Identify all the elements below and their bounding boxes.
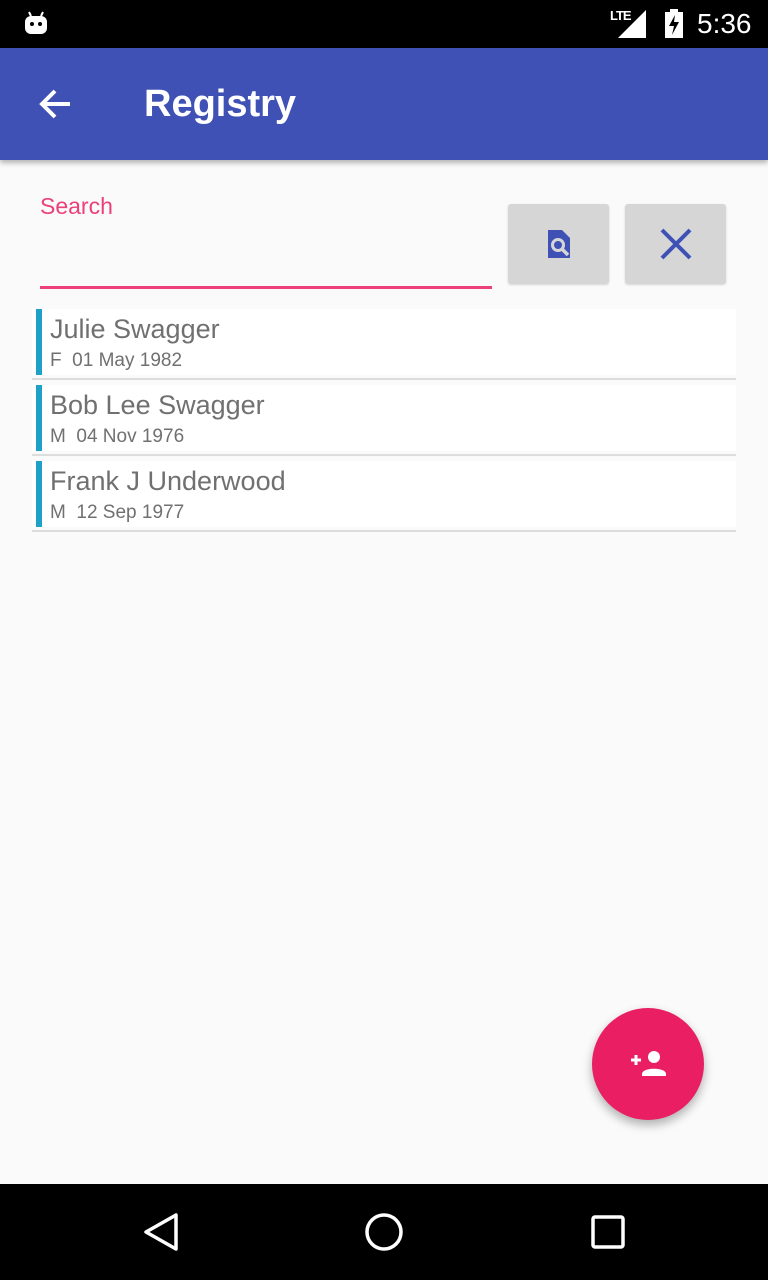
list-item[interactable]: Bob Lee Swagger M 04 Nov 1976 [32,385,736,456]
system-nav-bar [0,1184,768,1280]
row-accent-bar [36,461,42,527]
search-label: Search [40,193,113,219]
search-input[interactable] [40,228,492,289]
person-name: Julie Swagger [50,314,220,344]
page-title: Registry [144,83,297,125]
recents-square-icon[interactable] [590,1212,626,1252]
list-item[interactable]: Frank J Underwood M 12 Sep 1977 [32,461,736,532]
person-gender-dob: M 04 Nov 1976 [50,426,185,447]
arrow-back-icon[interactable] [36,84,76,124]
people-list: Julie Swagger F 01 May 1982 Bob Lee Swag… [32,309,736,537]
list-item[interactable]: Julie Swagger F 01 May 1982 [32,309,736,380]
android-notification-icon [25,11,47,34]
app-bar: Registry [0,48,768,160]
row-accent-bar [36,385,42,451]
status-bar: LTE 5:36 [0,0,768,48]
close-icon [660,228,691,260]
person-name: Bob Lee Swagger [50,390,265,420]
home-circle-icon[interactable] [364,1212,404,1252]
person-name: Frank J Underwood [50,466,286,496]
person-gender-dob: F 01 May 1982 [50,350,183,371]
search-button[interactable] [508,204,609,284]
clear-button[interactable] [625,204,726,284]
battery-icon [665,9,683,38]
signal-icon [618,10,646,38]
row-accent-bar [36,309,42,375]
person-add-icon [631,1051,666,1076]
clock: 5:36 [697,8,752,39]
find-in-page-icon [547,230,570,258]
add-person-button[interactable] [592,1008,704,1120]
back-triangle-icon[interactable] [142,1212,180,1252]
person-gender-dob: M 12 Sep 1977 [50,502,185,523]
